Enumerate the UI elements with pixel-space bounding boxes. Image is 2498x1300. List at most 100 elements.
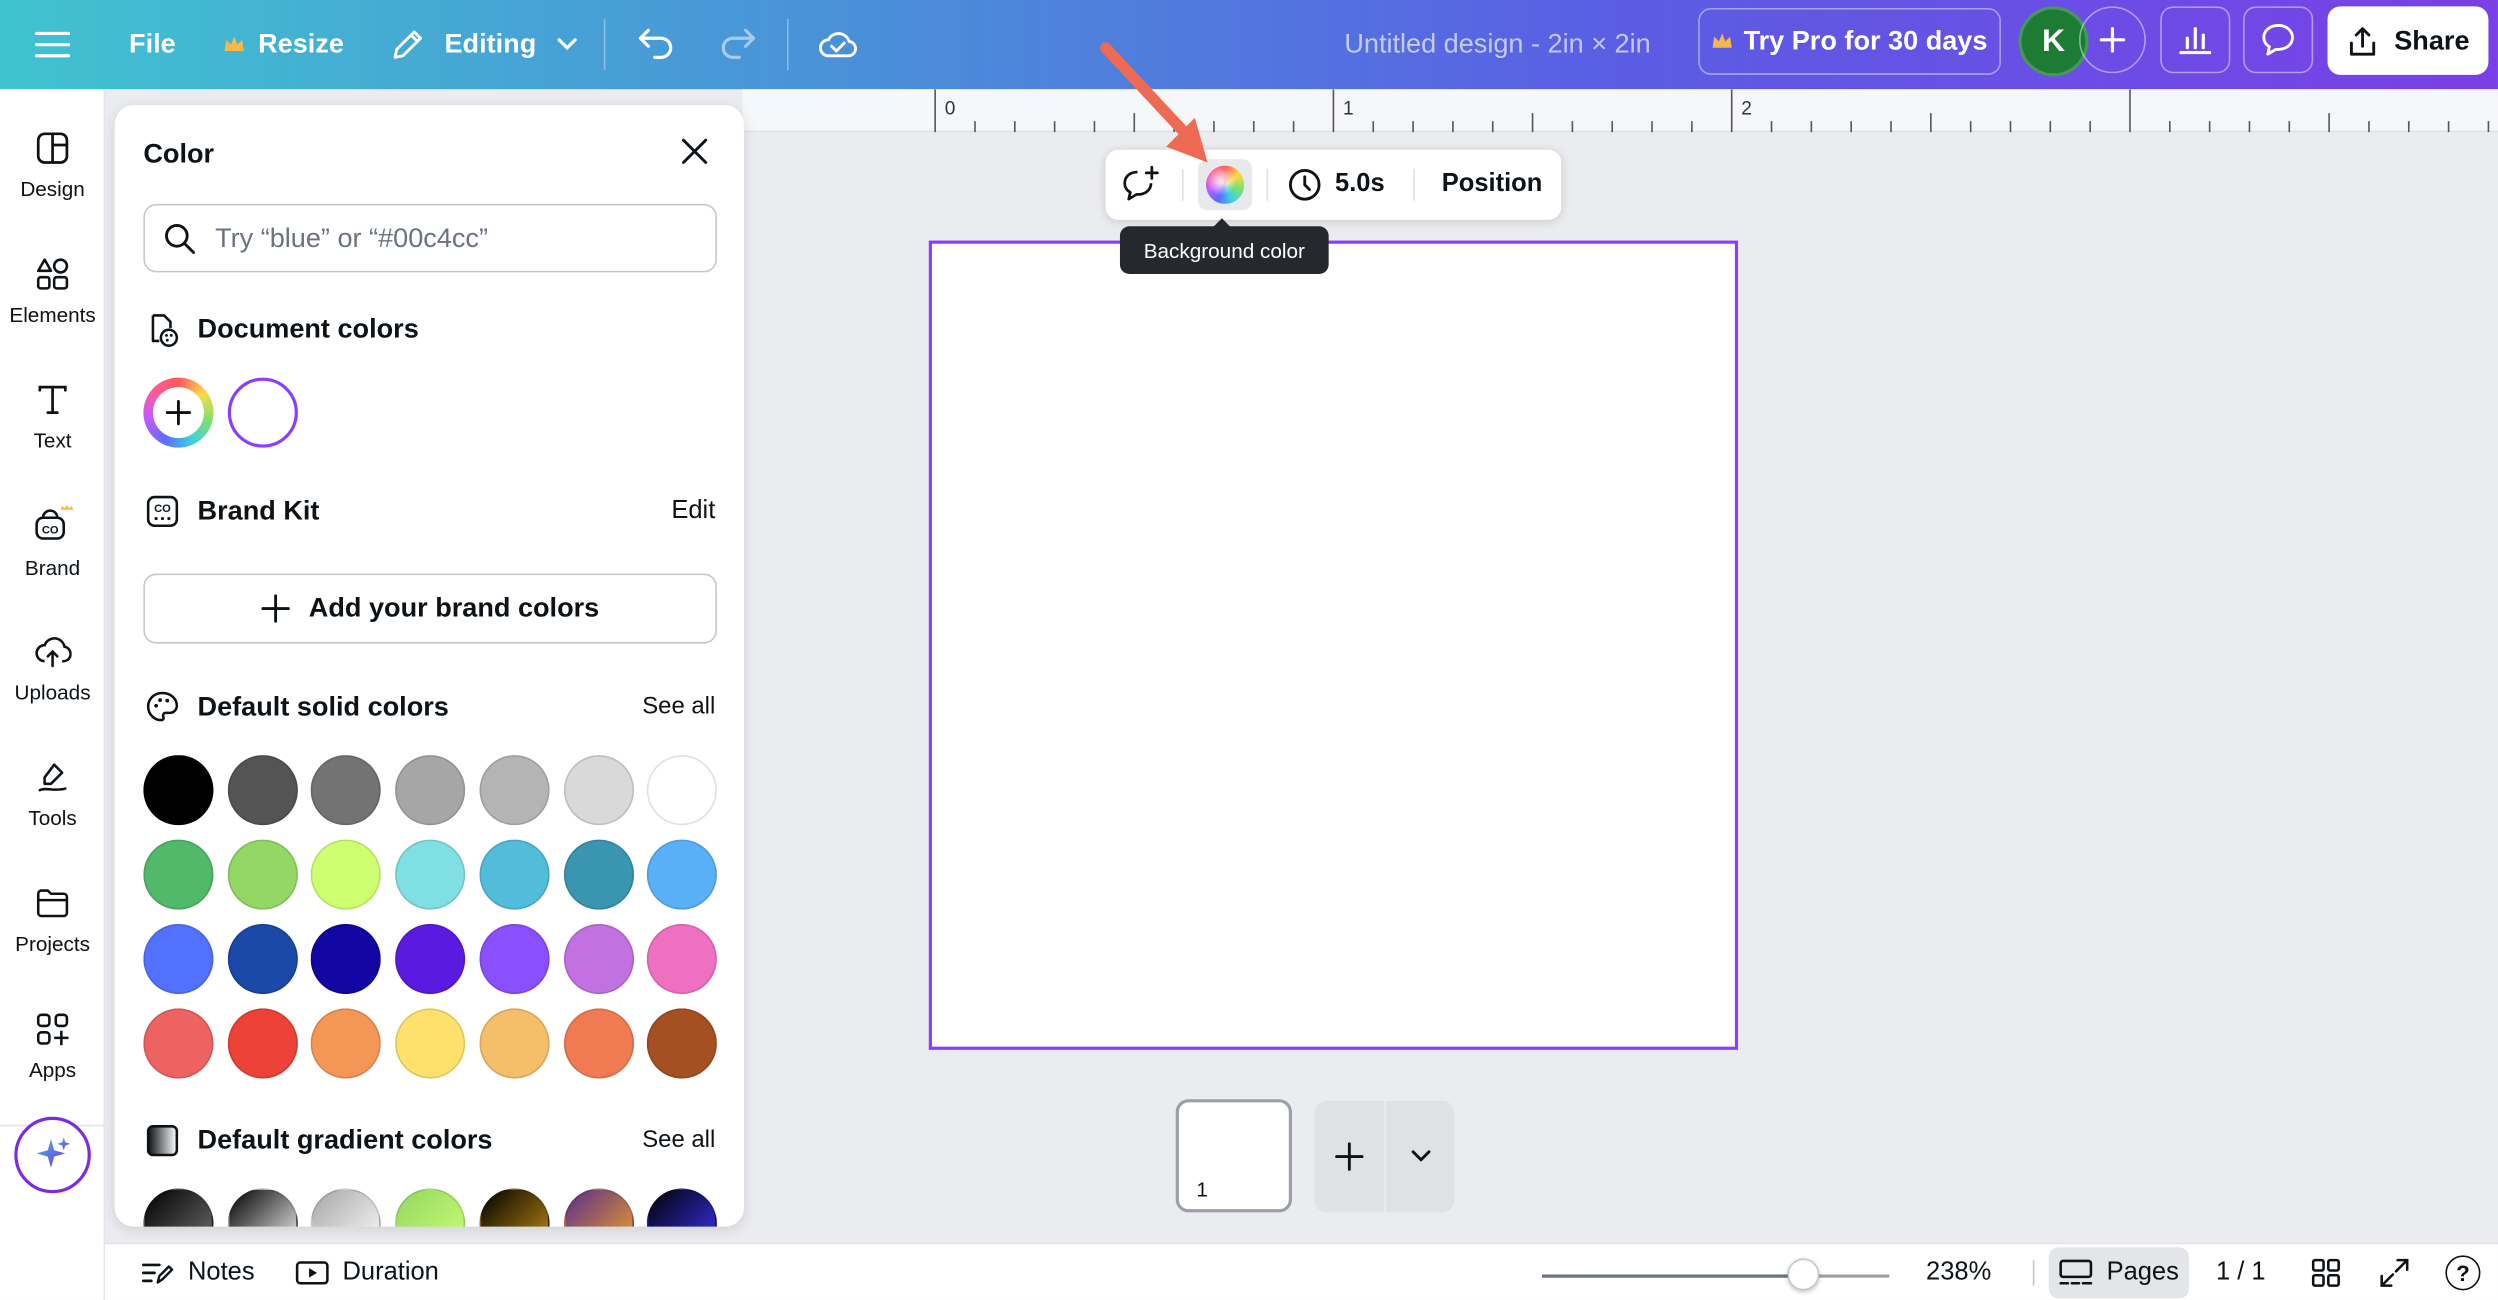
brand-kit-header: CO Brand Kit [143,491,319,532]
sidebar-item-elements[interactable]: Elements [0,215,105,327]
color-swatch[interactable] [227,839,298,910]
page-count[interactable]: 1 / 1 [2216,1244,2266,1300]
toolbar-divider [786,19,789,71]
color-search-box [143,203,717,273]
brand-kit-label: Brand Kit [197,495,320,526]
file-menu-button[interactable]: File [129,0,176,89]
gradient-swatch[interactable] [227,1188,298,1227]
gradient-swatch[interactable] [563,1188,634,1227]
magic-assistant-button[interactable] [14,1116,91,1194]
gradient-swatch[interactable] [647,1188,718,1227]
grid-view-icon[interactable] [2310,1244,2342,1300]
color-swatch[interactable] [647,1008,718,1079]
redo-icon[interactable] [718,0,756,89]
plus-icon [1335,1142,1364,1171]
color-swatch[interactable] [563,1008,634,1079]
color-swatch[interactable] [395,839,466,910]
page-thumbnail[interactable]: 1 [1175,1099,1293,1213]
color-swatch[interactable] [227,1008,298,1079]
insights-button[interactable] [2160,6,2231,74]
add-page-button[interactable] [1314,1101,1384,1213]
gradient-swatch[interactable] [479,1188,550,1227]
close-icon[interactable] [675,132,713,170]
sidebar-item-label: Elements [9,302,96,327]
position-button[interactable]: Position [1442,150,1543,220]
add-document-color-button[interactable] [143,377,214,448]
color-swatch[interactable] [563,923,634,995]
ruler-label-0: 0 [944,97,956,120]
toolbar-divider [1266,168,1269,201]
color-swatch[interactable] [311,839,382,910]
zoom-slider-track[interactable] [1542,1274,1890,1278]
color-swatch[interactable] [395,923,466,995]
sidebar-item-design[interactable]: Design [0,89,105,201]
notes-icon [142,1263,174,1284]
color-swatch[interactable] [647,755,718,826]
design-title[interactable]: Untitled design - 2in × 2in [1306,0,1688,89]
gradient-swatch[interactable] [395,1188,466,1227]
notes-label: Notes [187,1258,255,1286]
gradient-swatch[interactable] [311,1188,382,1227]
sidebar-item-apps[interactable]: Apps [0,970,105,1082]
invite-plus-button[interactable] [2078,6,2146,74]
color-swatch[interactable] [479,923,550,995]
color-swatch[interactable] [143,923,214,995]
cloud-saved-icon[interactable] [817,0,858,89]
color-swatch[interactable] [143,755,214,826]
pages-icon [2059,1259,2093,1285]
brand-kit-edit-link[interactable]: Edit [671,497,715,526]
color-swatch[interactable] [395,1008,466,1079]
editing-mode-dropdown[interactable]: Editing [390,0,577,89]
color-swatch[interactable] [311,1008,382,1079]
document-colors-label: Document colors [197,313,419,345]
default-solid-colors-header: Default solid colors [143,687,449,728]
color-swatch[interactable] [479,755,550,826]
color-swatch[interactable] [647,839,718,910]
sidebar-item-uploads[interactable]: Uploads [0,593,105,704]
sidebar-item-label: Apps [28,1057,77,1082]
color-swatch[interactable] [143,1008,214,1079]
duration-value: 5.0s [1335,170,1385,198]
zoom-slider-handle[interactable] [1786,1258,1819,1291]
fullscreen-icon[interactable] [2378,1244,2410,1300]
add-page-options-button[interactable] [1386,1101,1455,1213]
pages-button[interactable]: Pages [2048,1247,2189,1299]
color-swatch[interactable] [479,1008,550,1079]
add-brand-colors-button[interactable]: Add your brand colors [143,573,717,644]
solid-colors-see-all-link[interactable]: See all [642,693,715,720]
comments-button[interactable] [2243,6,2314,74]
color-swatch[interactable] [563,755,634,826]
design-page-canvas[interactable] [928,240,1739,1050]
gradient-colors-see-all-link[interactable]: See all [642,1126,715,1153]
color-swatch[interactable] [227,923,298,995]
help-button[interactable]: ? [2445,1244,2481,1300]
default-gradient-colors-header: Default gradient colors [143,1120,492,1161]
sidebar-item-projects[interactable]: Projects [0,844,105,956]
resize-button[interactable]: Resize [223,0,344,89]
color-swatch[interactable] [311,923,382,995]
color-swatch[interactable] [563,839,634,910]
color-swatch[interactable] [227,755,298,826]
color-swatch[interactable] [647,923,718,995]
duration-timeline-button[interactable]: Duration [295,1244,439,1300]
zoom-percent-button[interactable]: 238% [1926,1244,1991,1300]
notes-button[interactable]: Notes [140,1244,255,1300]
try-pro-button[interactable]: Try Pro for 30 days [1698,7,2001,75]
color-swatch[interactable] [143,839,214,910]
background-color-tooltip: Background color [1119,218,1329,275]
menu-icon[interactable] [35,0,71,89]
undo-icon[interactable] [637,0,675,89]
share-button[interactable]: Share [2327,6,2489,75]
sidebar-item-tools[interactable]: Tools [0,718,105,830]
folder-icon [32,883,73,923]
sidebar-item-brand[interactable]: CO Brand [0,467,105,580]
duration-button[interactable]: 5.0s [1287,150,1385,220]
bar-chart-icon [2179,27,2212,55]
color-swatch[interactable] [395,755,466,826]
color-swatch[interactable] [311,755,382,826]
color-swatch[interactable] [479,839,550,910]
gradient-swatch[interactable] [143,1188,214,1227]
document-color-swatch[interactable] [227,377,298,448]
sidebar-item-text[interactable]: Text [0,341,105,452]
color-search-input[interactable] [215,222,693,255]
